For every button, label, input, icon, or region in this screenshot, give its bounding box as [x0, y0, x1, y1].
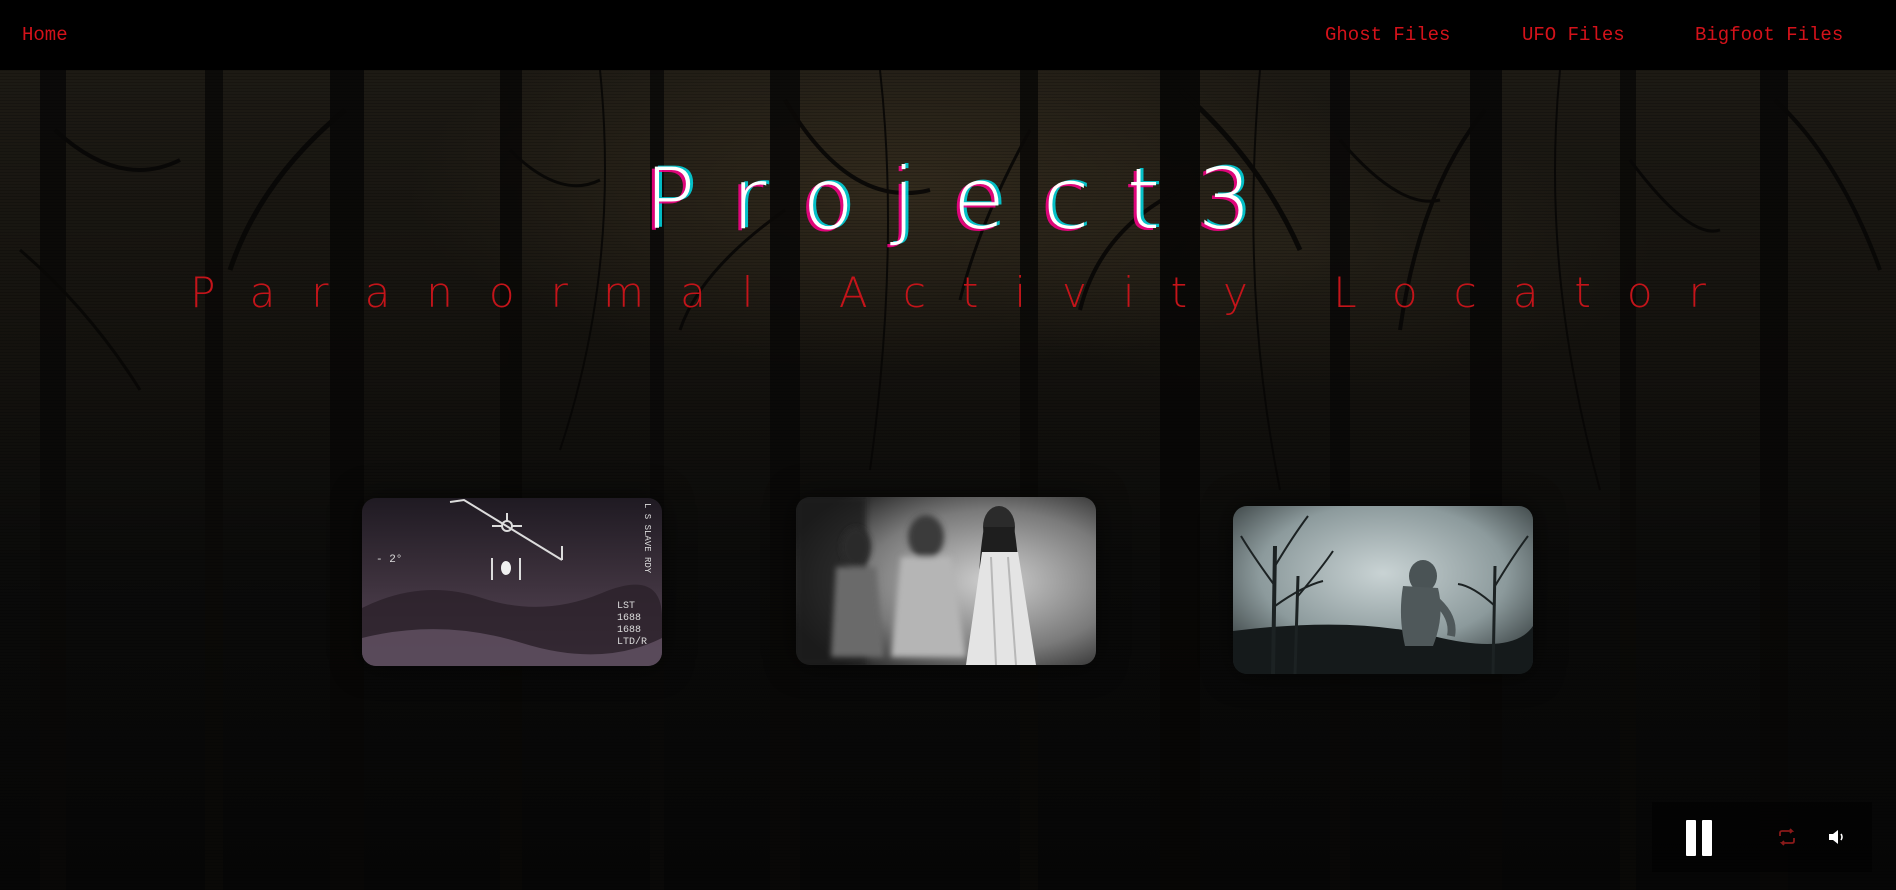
volume-button[interactable] [1826, 826, 1848, 848]
pause-icon-bar [1702, 820, 1712, 856]
nav-ghost-files-link[interactable]: Ghost Files [1325, 24, 1450, 46]
loop-icon [1779, 828, 1795, 846]
ufo-hud-ltd: LTD/R [617, 636, 647, 648]
bigfoot-card[interactable] [1233, 506, 1533, 674]
ufo-hud-side: L S SLAVE RDY [642, 503, 652, 574]
loop-button[interactable] [1776, 826, 1798, 848]
page-title: Project3 [644, 150, 1290, 248]
ufo-hud-lst: LST [617, 601, 635, 612]
volume-icon [1829, 830, 1843, 844]
ufo-image: - 2° LST 1688 1688 LTD/R L S SLAVE RDY [362, 498, 662, 666]
bigfoot-image [1233, 506, 1533, 674]
pause-button[interactable] [1686, 820, 1714, 856]
pause-icon [1686, 820, 1696, 856]
nav-ufo-files-link[interactable]: UFO Files [1522, 24, 1625, 46]
ufo-hud-value-1: 1688 [617, 613, 641, 624]
media-controls [1652, 802, 1872, 872]
ufo-card[interactable]: - 2° LST 1688 1688 LTD/R L S SLAVE RDY [362, 498, 662, 666]
ghost-card[interactable] [796, 497, 1096, 665]
navbar: Home Ghost Files UFO Files Bigfoot Files [0, 0, 1896, 70]
ufo-hud-value-2: 1688 [617, 625, 641, 636]
ufo-hud-angle: - 2° [376, 554, 402, 566]
nav-home-link[interactable]: Home [22, 24, 68, 46]
nav-bigfoot-files-link[interactable]: Bigfoot Files [1695, 24, 1843, 46]
page-subtitle: Paranormal Activity Locator [190, 268, 1742, 317]
ghost-image [796, 497, 1096, 665]
